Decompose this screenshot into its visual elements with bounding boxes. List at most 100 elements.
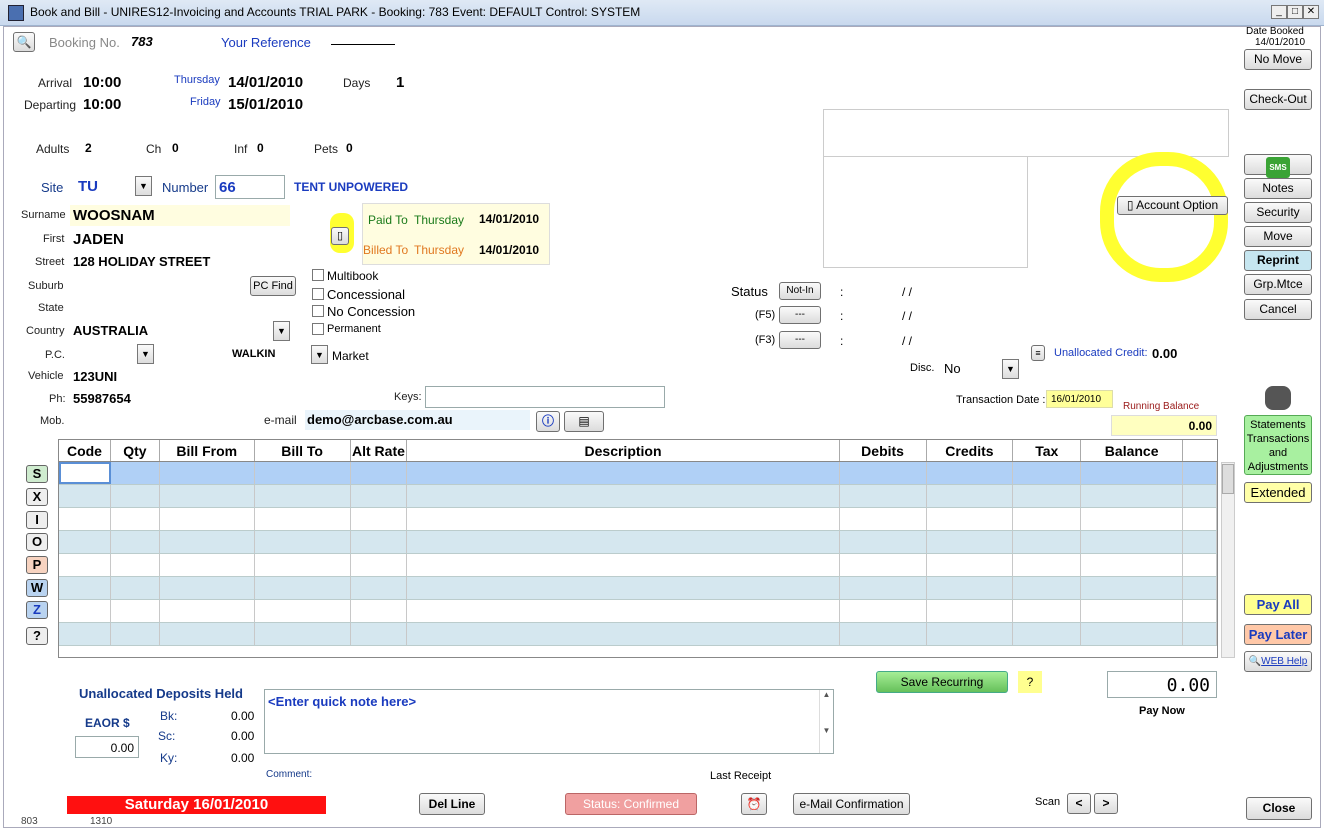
table-cell[interactable]: [351, 623, 408, 645]
security-button[interactable]: Security: [1244, 202, 1312, 223]
table-cell[interactable]: [1081, 462, 1184, 484]
table-cell[interactable]: [927, 600, 1014, 622]
column-header[interactable]: Alt Rate: [351, 440, 408, 461]
table-cell[interactable]: [840, 508, 927, 530]
table-cell[interactable]: [255, 485, 351, 507]
pay-all-button[interactable]: Pay All: [1244, 594, 1312, 615]
table-cell[interactable]: [111, 600, 160, 622]
table-cell[interactable]: [255, 462, 351, 484]
scan-next-button[interactable]: >: [1094, 793, 1118, 814]
table-cell[interactable]: [111, 623, 160, 645]
table-row[interactable]: [59, 577, 1217, 600]
table-cell[interactable]: [160, 462, 255, 484]
permanent-checkbox[interactable]: [312, 323, 324, 335]
column-header[interactable]: Bill To: [255, 440, 351, 461]
search-icon[interactable]: 🔍: [13, 32, 35, 52]
column-header[interactable]: Description: [407, 440, 840, 461]
table-cell[interactable]: [840, 554, 927, 576]
table-row[interactable]: [59, 531, 1217, 554]
extended-button[interactable]: Extended: [1244, 482, 1312, 503]
keys-input[interactable]: [425, 386, 665, 408]
pc-find-button[interactable]: PC Find: [250, 276, 296, 296]
table-cell[interactable]: [840, 462, 927, 484]
table-cell[interactable]: [1013, 623, 1082, 645]
table-cell[interactable]: [351, 577, 408, 599]
side-button-i[interactable]: I: [26, 511, 48, 529]
table-cell[interactable]: [59, 554, 111, 576]
table-cell[interactable]: [1081, 600, 1184, 622]
check-out-button[interactable]: Check-Out: [1244, 89, 1312, 110]
table-cell[interactable]: [1081, 577, 1184, 599]
column-header[interactable]: Tax: [1013, 440, 1082, 461]
table-cell[interactable]: [1183, 623, 1217, 645]
close-window-button[interactable]: ✕: [1303, 5, 1319, 19]
table-cell[interactable]: [59, 577, 111, 599]
side-button-s[interactable]: S: [26, 465, 48, 483]
table-cell[interactable]: [927, 554, 1014, 576]
your-reference-field[interactable]: [331, 44, 395, 45]
table-cell[interactable]: [1081, 485, 1184, 507]
side-button-w[interactable]: W: [26, 579, 48, 597]
table-cell[interactable]: [407, 508, 840, 530]
table-cell[interactable]: [927, 508, 1014, 530]
side-button-p[interactable]: P: [26, 556, 48, 574]
table-cell[interactable]: [1183, 577, 1217, 599]
f5-button[interactable]: ---: [779, 306, 821, 324]
side-button-x[interactable]: X: [26, 488, 48, 506]
table-cell[interactable]: [1081, 623, 1184, 645]
column-header[interactable]: Qty: [111, 440, 160, 461]
market-dropdown[interactable]: ▼: [311, 345, 328, 364]
info-icon[interactable]: ⓘ: [536, 411, 560, 432]
transactions-table[interactable]: Code Qty Bill From Bill To Alt Rate Desc…: [58, 439, 1218, 658]
table-cell[interactable]: [351, 485, 408, 507]
move-button[interactable]: Move: [1244, 226, 1312, 247]
side-button-o[interactable]: O: [26, 533, 48, 551]
table-row[interactable]: [59, 485, 1217, 508]
table-row[interactable]: [59, 462, 1217, 485]
pay-later-button[interactable]: Pay Later: [1244, 624, 1312, 645]
transaction-date[interactable]: 16/01/2010: [1046, 390, 1113, 408]
table-cell[interactable]: [1013, 531, 1082, 553]
table-cell[interactable]: [407, 600, 840, 622]
table-cell[interactable]: [255, 554, 351, 576]
table-cell[interactable]: [840, 531, 927, 553]
web-help-button[interactable]: 🔍WEB Help: [1244, 651, 1312, 672]
table-cell[interactable]: [1013, 462, 1082, 484]
table-cell[interactable]: [351, 531, 408, 553]
close-button[interactable]: Close: [1246, 797, 1312, 820]
country-dropdown[interactable]: ▼: [273, 321, 290, 341]
card-icon[interactable]: ▤: [564, 411, 604, 432]
minimize-button[interactable]: _: [1271, 5, 1287, 19]
table-cell[interactable]: [160, 554, 255, 576]
table-cell[interactable]: [1081, 554, 1184, 576]
account-option-button[interactable]: ▯ Account Option: [1117, 196, 1228, 215]
table-row[interactable]: [59, 600, 1217, 623]
column-header[interactable]: Debits: [840, 440, 927, 461]
statements-button[interactable]: Statements Transactions and Adjustments: [1244, 415, 1312, 475]
table-cell[interactable]: [407, 554, 840, 576]
table-cell[interactable]: [160, 623, 255, 645]
del-line-button[interactable]: Del Line: [419, 793, 485, 815]
multibook-checkbox[interactable]: [312, 269, 324, 281]
eaor-input[interactable]: 0.00: [75, 736, 139, 758]
table-cell[interactable]: [1013, 485, 1082, 507]
table-cell[interactable]: [59, 485, 111, 507]
table-cell[interactable]: [351, 508, 408, 530]
side-button-help[interactable]: ?: [26, 627, 48, 645]
table-cell[interactable]: [1081, 508, 1184, 530]
table-cell[interactable]: [160, 600, 255, 622]
status-confirmed-button[interactable]: Status: Confirmed: [565, 793, 697, 815]
table-cell[interactable]: [1081, 531, 1184, 553]
table-cell[interactable]: [1183, 531, 1217, 553]
no-concession-checkbox[interactable]: [312, 305, 324, 317]
email-confirmation-button[interactable]: e-Mail Confirmation: [793, 793, 910, 815]
alarm-clock-icon[interactable]: ⏰: [741, 793, 767, 815]
save-recurring-button[interactable]: Save Recurring: [876, 671, 1008, 693]
table-cell[interactable]: [1183, 485, 1217, 507]
f3-button[interactable]: ---: [779, 331, 821, 349]
table-cell[interactable]: [927, 462, 1014, 484]
disc-dropdown[interactable]: ▼: [1002, 359, 1019, 379]
table-cell[interactable]: [255, 577, 351, 599]
table-cell[interactable]: [407, 462, 840, 484]
table-cell[interactable]: [351, 600, 408, 622]
